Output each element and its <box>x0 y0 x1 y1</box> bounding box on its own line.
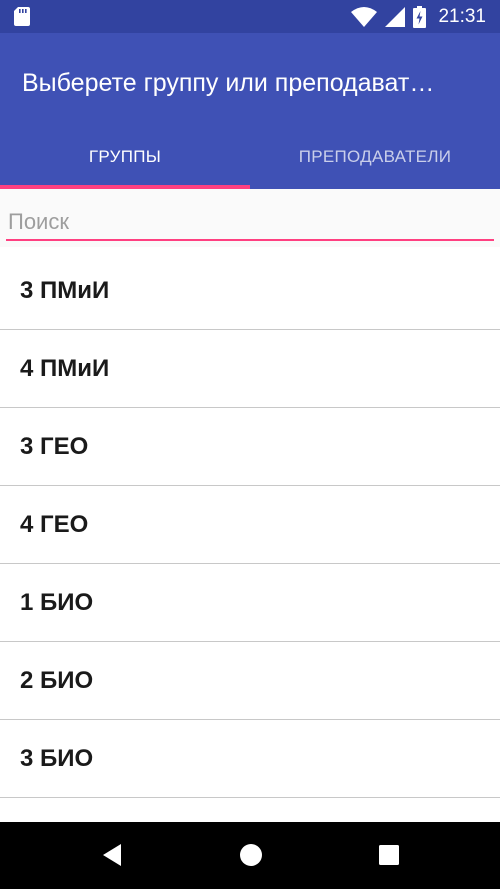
list-item[interactable]: 4 ГЕО <box>0 486 500 564</box>
tab-teachers-label: ПРЕПОДАВАТЕЛИ <box>298 147 452 166</box>
tab-bar: ГРУППЫ ПРЕПОДАВАТЕЛИ <box>0 125 500 189</box>
list-item[interactable]: 3 ГЕО <box>0 408 500 486</box>
list-item-label: 1 БИО <box>20 588 94 616</box>
tab-teachers[interactable]: ПРЕПОДАВАТЕЛИ <box>250 125 500 189</box>
list-item-label: 4 ПМиИ <box>20 354 110 382</box>
list-item-label: 3 ПМиИ <box>20 276 110 304</box>
navigation-bar <box>0 822 500 889</box>
signal-icon <box>385 6 406 27</box>
tab-groups[interactable]: ГРУППЫ <box>0 125 250 189</box>
back-icon[interactable] <box>101 843 123 867</box>
sd-card-icon <box>14 7 30 26</box>
list-item[interactable]: 1 БИО <box>0 564 500 642</box>
list-item[interactable]: 4 ПМиИ <box>0 330 500 408</box>
list-item-label: 3 ГЕО <box>20 432 89 460</box>
list-item-label: 2 БИО <box>20 666 94 694</box>
app-bar: Выберете группу или преподават… ГРУППЫ П… <box>0 33 500 189</box>
tab-groups-label: ГРУППЫ <box>88 147 162 166</box>
list-item[interactable]: 3 ПМиИ <box>0 252 500 330</box>
status-bar: 21:31 <box>0 0 500 33</box>
wifi-icon <box>351 6 378 27</box>
battery-charging-icon <box>413 5 427 28</box>
list-item[interactable]: 3 БИО <box>0 720 500 798</box>
page-title: Выберете группу или преподават… <box>22 69 435 97</box>
home-icon[interactable] <box>239 843 263 867</box>
list-item-label: 4 ГЕО <box>20 510 89 538</box>
list-item[interactable]: 2 БИО <box>0 642 500 720</box>
list-item-label: 3 БИО <box>20 744 94 772</box>
search-bar <box>0 189 500 247</box>
recents-icon[interactable] <box>378 844 400 866</box>
group-list: 3 ПМиИ 4 ПМиИ 3 ГЕО 4 ГЕО 1 БИО 2 БИО 3 … <box>0 252 500 822</box>
search-input[interactable] <box>6 205 494 241</box>
status-time: 21:31 <box>438 5 486 27</box>
